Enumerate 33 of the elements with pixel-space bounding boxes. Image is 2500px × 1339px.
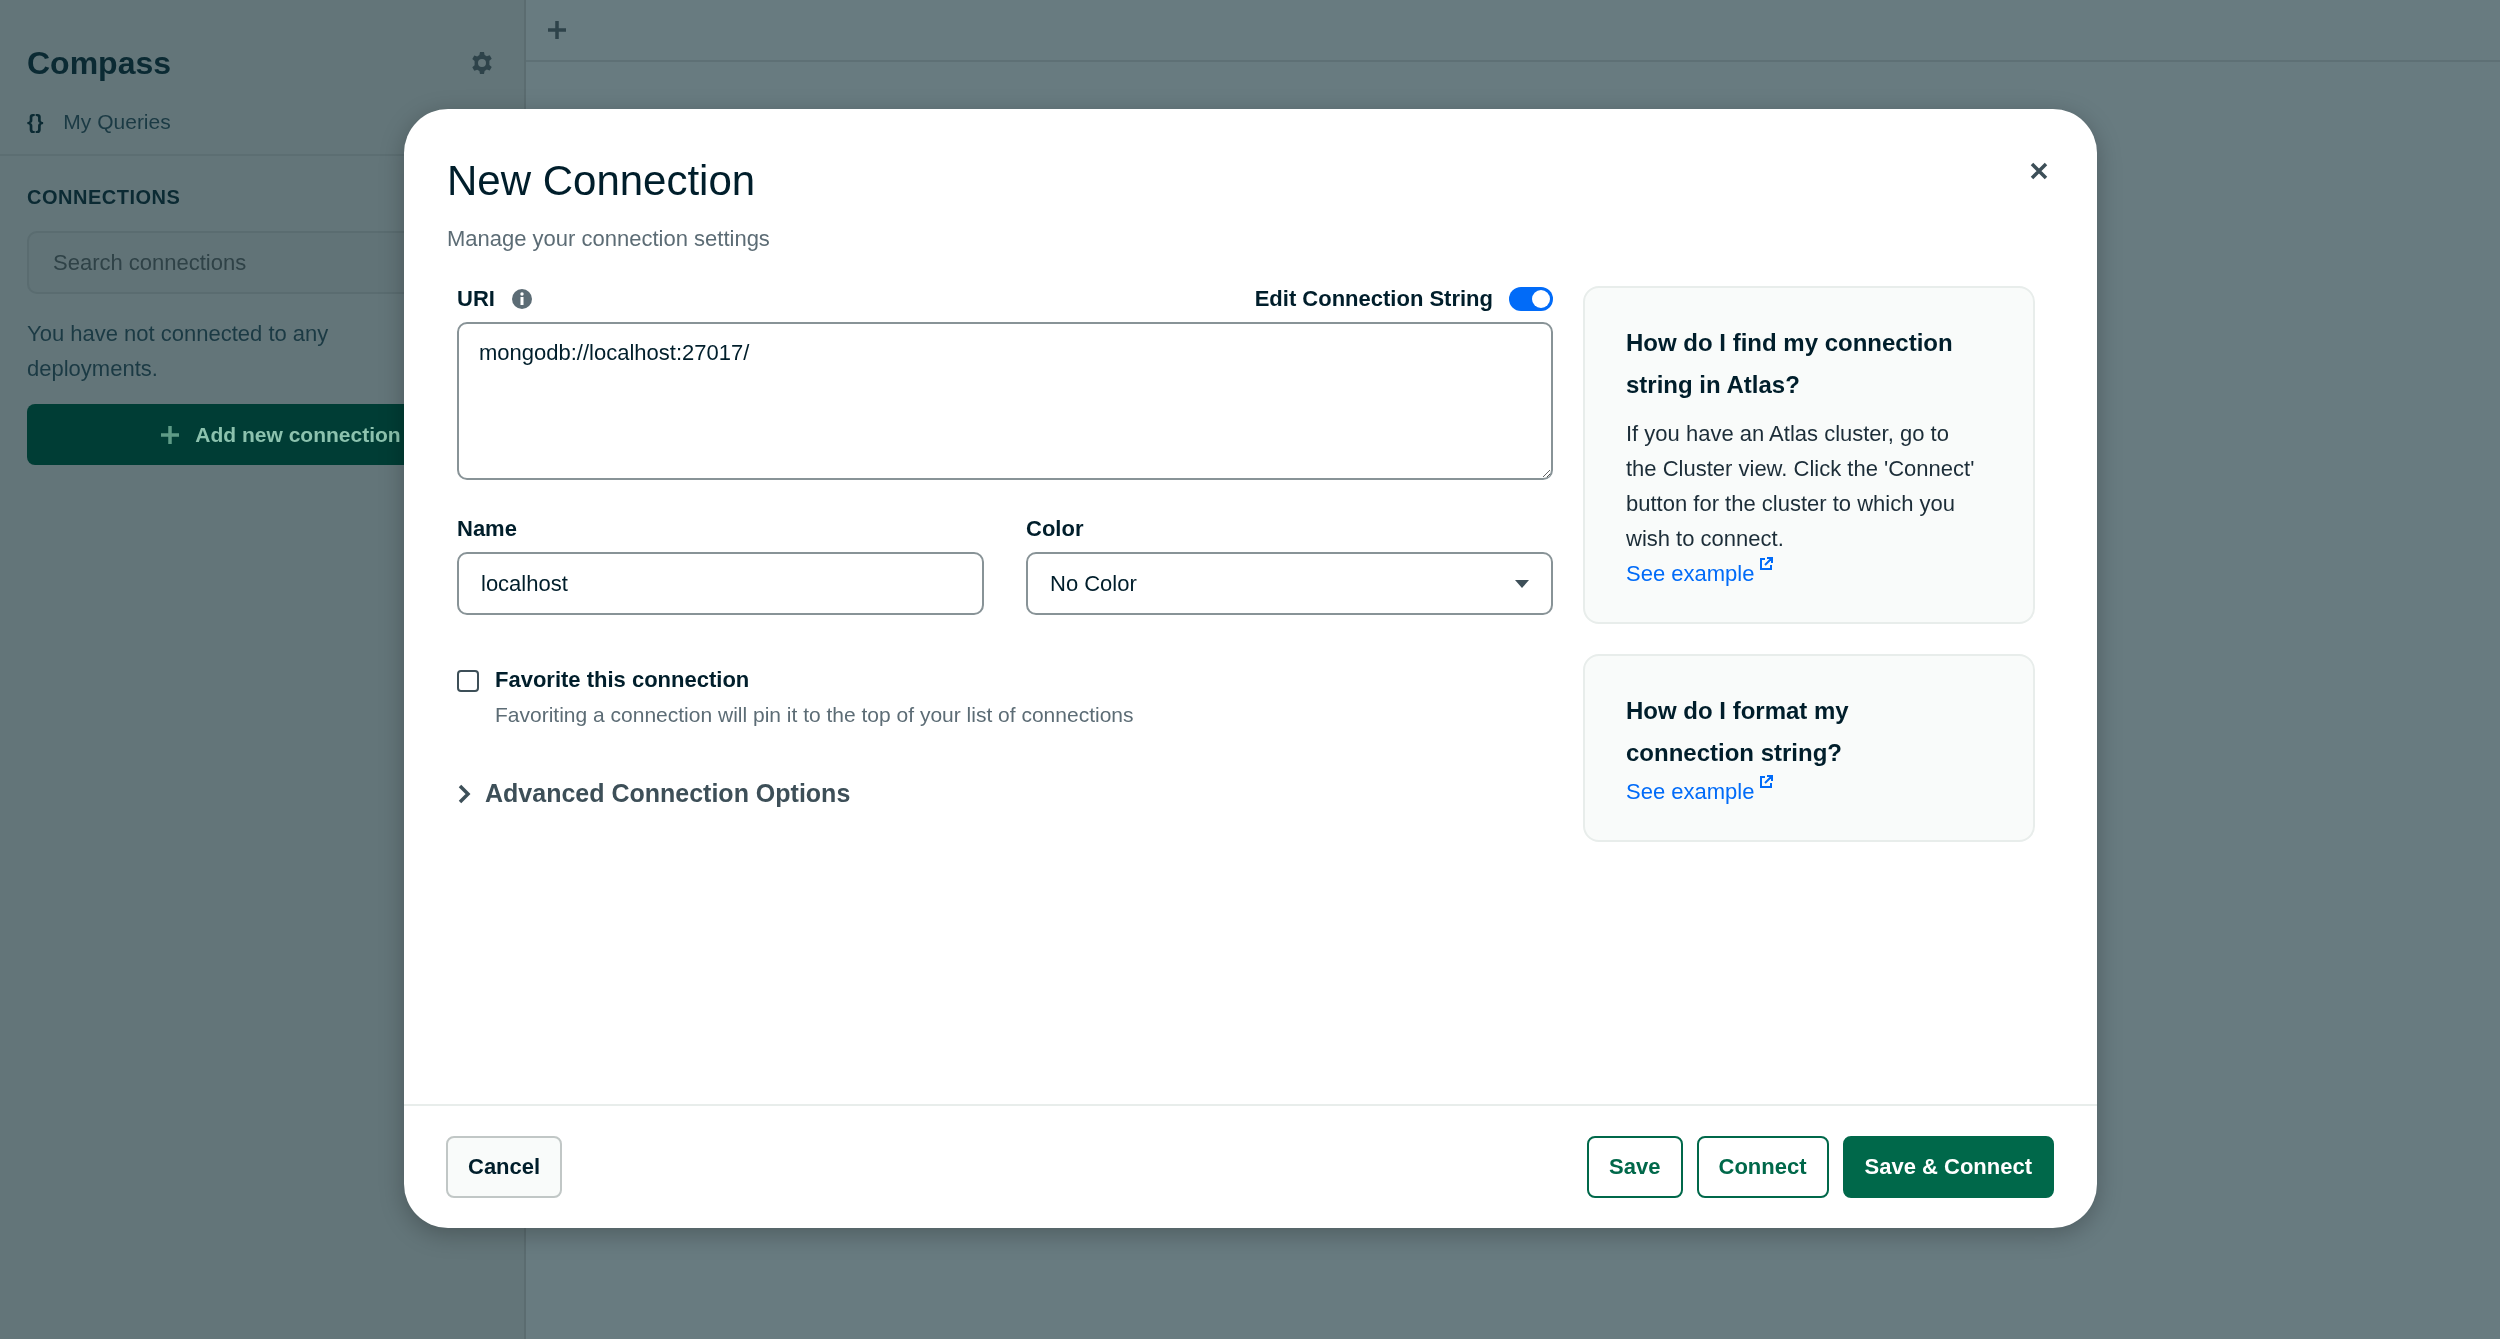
name-field[interactable]: localhost	[457, 552, 984, 615]
checkbox[interactable]	[457, 670, 479, 692]
external-link-icon	[1758, 556, 1775, 572]
color-dropdown[interactable]: No Color	[1026, 552, 1553, 615]
color-label: Color	[1026, 516, 1085, 542]
primary-button[interactable]: Save & Connect	[1842, 1136, 2054, 1198]
braces-icon: {}	[27, 110, 44, 134]
name-label: Name	[457, 516, 518, 542]
card-title: How do I find my connection string in Atlas?	[1626, 328, 1954, 400]
see-example-link[interactable]: See example	[1626, 556, 1775, 592]
toggle-label: Edit Connection String	[1254, 286, 1493, 312]
advanced-options-toggle[interactable]: Advanced Connection Options	[457, 779, 851, 808]
uri-field[interactable]: mongodb://localhost:27017/	[457, 322, 1553, 480]
secondary-button[interactable]: Cancel	[446, 1136, 563, 1198]
close-icon	[2030, 162, 2048, 180]
toggle-switch[interactable]	[1509, 287, 1553, 311]
empty-message: You have not connected to any deployments.	[27, 320, 330, 383]
app-title: Compass	[27, 44, 172, 82]
see-example-link[interactable]: See example	[1626, 774, 1775, 810]
connections-heading: CONNECTIONS	[27, 186, 181, 209]
dialog-title: New Connection	[447, 156, 756, 206]
plus-icon	[159, 423, 182, 446]
checkbox-label: Favorite this connection	[495, 667, 751, 693]
checkbox-description: Favoriting a connection will pin it to the top of your list of connections	[495, 703, 1134, 727]
nav-label: My Queries	[63, 110, 171, 134]
chevron-icon	[457, 783, 471, 804]
info-icon[interactable]	[510, 288, 533, 310]
external-link-icon	[1758, 774, 1775, 790]
card-title: How do I format my connection string?	[1626, 696, 1850, 768]
caret-icon	[1515, 579, 1529, 588]
outline-button[interactable]: Connect	[1696, 1136, 1829, 1198]
outline-button[interactable]: Save	[1587, 1136, 1683, 1198]
card-text: If you have an Atlas cluster, go to the Cluster view. Click the 'Connect' button for the cluster to which you wish to connect.	[1626, 420, 1976, 553]
